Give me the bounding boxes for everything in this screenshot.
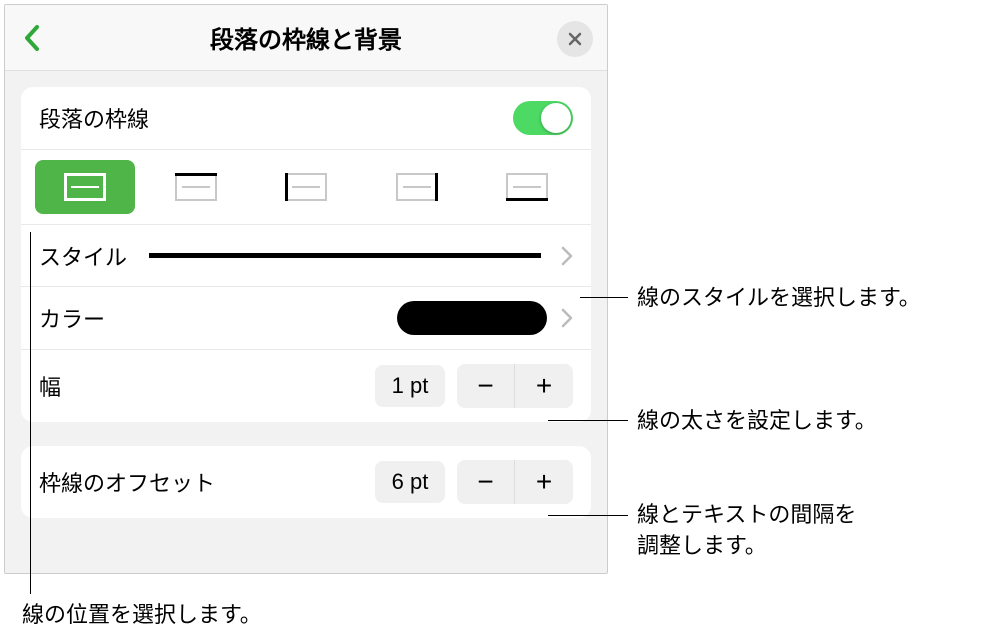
border-top-option[interactable] [146, 160, 246, 214]
chevron-right-icon [561, 246, 573, 266]
callout-line [580, 297, 628, 298]
color-row[interactable]: カラー [21, 287, 591, 350]
callout-offset: 線とテキストの間隔を 調整します。 [637, 500, 856, 562]
width-decrement-button[interactable]: − [457, 364, 515, 408]
border-all-icon [61, 170, 109, 204]
back-chevron-icon [23, 24, 41, 52]
borders-section: 段落の枠線 [21, 87, 591, 422]
width-label: 幅 [39, 370, 61, 402]
borders-toggle-row: 段落の枠線 [21, 87, 591, 150]
borders-toggle-label: 段落の枠線 [39, 102, 149, 134]
offset-stepper: − + [457, 460, 573, 504]
width-stepper-wrap: 1 pt − + [375, 364, 573, 408]
width-stepper: − + [457, 364, 573, 408]
callout-line [30, 232, 31, 594]
toggle-knob [541, 103, 571, 133]
style-row[interactable]: スタイル [21, 225, 591, 287]
color-swatch [397, 301, 547, 335]
offset-value: 6 pt [375, 461, 445, 503]
borders-toggle[interactable] [513, 101, 573, 135]
panel-title: 段落の枠線と背景 [210, 20, 402, 55]
chevron-right-icon [561, 308, 573, 328]
offset-decrement-button[interactable]: − [457, 460, 515, 504]
callout-line [548, 420, 628, 421]
border-bottom-option[interactable] [477, 160, 577, 214]
width-value: 1 pt [375, 365, 445, 407]
border-position-row [21, 150, 591, 225]
color-label: カラー [39, 302, 105, 334]
border-bottom-icon [503, 170, 551, 204]
panel-content: 段落の枠線 [5, 71, 607, 518]
width-row: 幅 1 pt − + [21, 350, 591, 422]
line-style-preview [149, 253, 541, 258]
border-left-option[interactable] [256, 160, 356, 214]
border-right-icon [393, 170, 441, 204]
offset-stepper-wrap: 6 pt − + [375, 460, 573, 504]
callout-offset-line2: 調整します。 [637, 533, 767, 558]
back-button[interactable] [17, 23, 47, 53]
border-top-icon [172, 170, 220, 204]
callout-offset-line1: 線とテキストの間隔を [637, 502, 856, 527]
callout-position: 線の位置を選択します。 [22, 600, 262, 631]
border-all-option[interactable] [35, 160, 135, 214]
borders-background-panel: 段落の枠線と背景 段落の枠線 [4, 4, 608, 574]
close-icon [567, 31, 583, 47]
callout-line [548, 515, 628, 516]
border-right-option[interactable] [367, 160, 467, 214]
offset-increment-button[interactable]: + [515, 460, 573, 504]
style-label: スタイル [39, 240, 127, 272]
callout-width: 線の太さを設定します。 [637, 406, 877, 437]
width-increment-button[interactable]: + [515, 364, 573, 408]
panel-header: 段落の枠線と背景 [5, 5, 607, 71]
offset-row: 枠線のオフセット 6 pt − + [21, 446, 591, 518]
offset-section: 枠線のオフセット 6 pt − + [21, 446, 591, 518]
close-button[interactable] [557, 21, 593, 57]
border-left-icon [282, 170, 330, 204]
offset-label: 枠線のオフセット [39, 466, 215, 498]
callout-style: 線のスタイルを選択します。 [637, 283, 921, 314]
